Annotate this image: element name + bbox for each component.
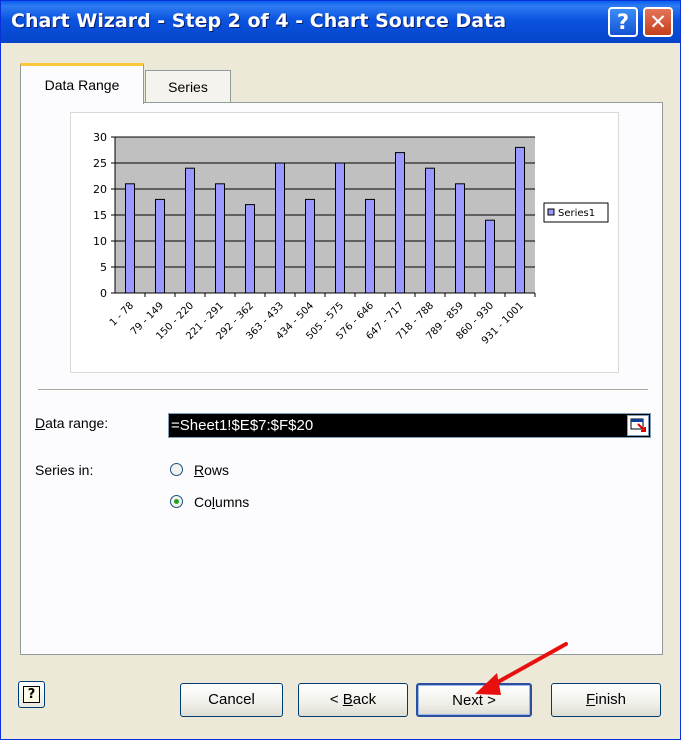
columns-label[interactable]: Columns: [194, 494, 249, 510]
radio-selected-dot: [174, 499, 179, 504]
rows-radio[interactable]: [170, 463, 183, 476]
bar: [155, 198, 165, 294]
bar: [425, 167, 435, 294]
bar: [455, 183, 465, 294]
bar: [485, 219, 495, 294]
data-range-input[interactable]: =Sheet1!$E$7:$F$20: [168, 413, 651, 438]
window-title: Chart Wizard - Step 2 of 4 - Chart Sourc…: [11, 10, 507, 32]
bar: [275, 162, 285, 294]
legend-swatch: [547, 208, 555, 216]
close-button[interactable]: ✕: [643, 7, 673, 37]
series-in-label: Series in:: [35, 462, 94, 478]
y-tick-label: 30: [93, 131, 107, 144]
chart-preview: 0 5 10 15 20 25 30 1 - 78 79 - 149 150 - 220 221 -…: [70, 112, 619, 373]
bar: [245, 204, 255, 294]
title-bar[interactable]: Chart Wizard - Step 2 of 4 - Chart Sourc…: [1, 1, 680, 43]
cancel-button[interactable]: Cancel: [180, 683, 283, 717]
bar: [215, 183, 225, 294]
tab-data-range[interactable]: Data Range: [20, 63, 144, 104]
help-button[interactable]: ?: [18, 681, 45, 708]
collapse-dialog-button[interactable]: [627, 415, 649, 436]
y-tick-label: 0: [100, 287, 107, 300]
y-tick-label: 20: [93, 183, 107, 196]
chart-wizard-dialog: Chart Wizard - Step 2 of 4 - Chart Sourc…: [0, 0, 681, 740]
data-range-value: =Sheet1!$E$7:$F$20: [171, 417, 314, 434]
tab-series[interactable]: Series: [145, 70, 231, 104]
y-tick-label: 25: [93, 157, 107, 170]
data-range-label: Data range:: [35, 415, 109, 431]
columns-radio[interactable]: [170, 495, 183, 508]
bar: [185, 167, 195, 294]
bar: [305, 198, 315, 294]
help-icon: ?: [23, 686, 40, 703]
collapse-dialog-icon: [630, 418, 646, 432]
x-tick-label: 1 - 78: [108, 300, 136, 328]
help-title-button[interactable]: ?: [608, 7, 638, 37]
y-tick-label: 10: [93, 235, 107, 248]
data-range-panel: 0 5 10 15 20 25 30 1 - 78 79 - 149 150 - 220 221 -…: [20, 102, 663, 655]
rows-label[interactable]: Rows: [194, 462, 229, 478]
chart-svg: 0510152025301 - 7879 - 149150 - 220221 -…: [93, 131, 609, 347]
annotation-arrow: [475, 642, 568, 695]
divider: [38, 389, 648, 391]
bar: [125, 183, 135, 294]
bar: [365, 198, 375, 294]
bar: [335, 162, 345, 294]
legend-label: Series1: [558, 208, 595, 219]
back-button[interactable]: < Back: [298, 683, 408, 717]
y-tick-label: 15: [93, 209, 107, 222]
y-tick-label: 5: [100, 261, 107, 274]
bar: [395, 152, 405, 294]
bar: [515, 146, 525, 294]
